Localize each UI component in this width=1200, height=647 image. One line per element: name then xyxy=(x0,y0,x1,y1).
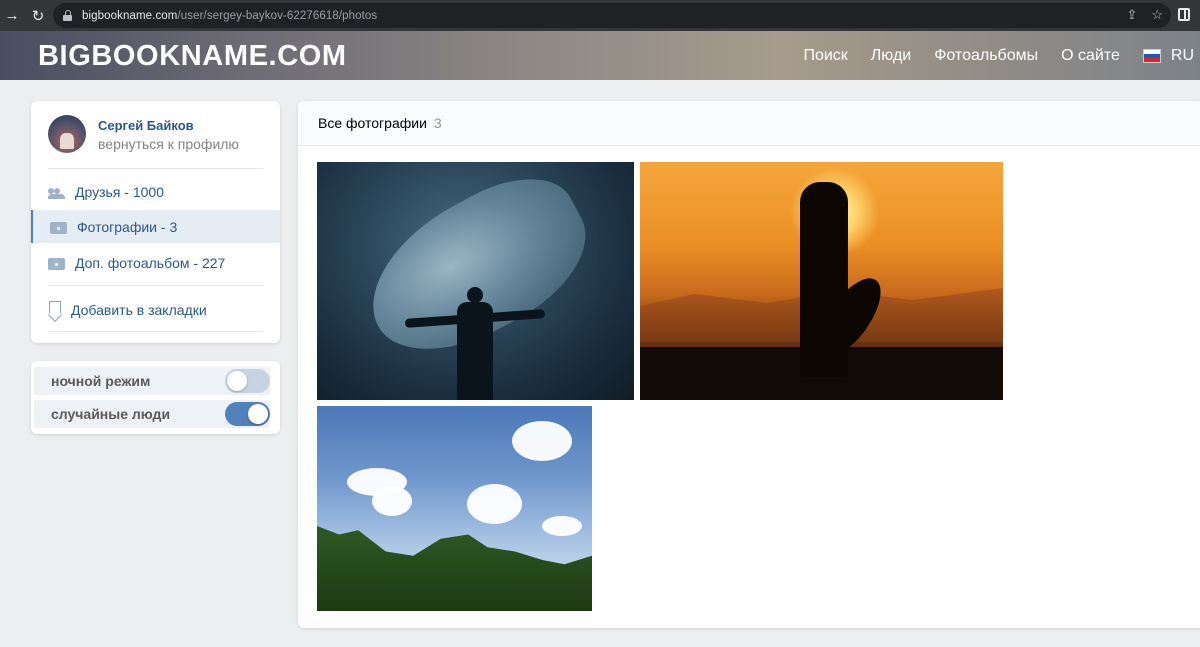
sidebar-item-friends[interactable]: Друзья - 1000 xyxy=(31,175,280,208)
night-mode-row: ночной режим xyxy=(34,367,270,395)
nav-search[interactable]: Поиск xyxy=(803,47,847,65)
photo-sky-trees[interactable] xyxy=(317,406,592,611)
url-text[interactable]: bigbookname.com/user/sergey-baykov-62276… xyxy=(82,10,377,22)
reload-icon[interactable]: ↻ xyxy=(26,4,50,28)
divider xyxy=(48,168,263,169)
night-mode-label: ночной режим xyxy=(51,373,151,389)
sidebar-item-photos[interactable]: Фотографии - 3 xyxy=(31,210,280,243)
lock-icon[interactable] xyxy=(63,10,72,21)
bookmark-icon xyxy=(48,300,62,319)
night-mode-toggle[interactable] xyxy=(225,369,270,393)
back-to-profile-link[interactable]: вернуться к профилю xyxy=(98,136,239,152)
arrow-right-icon[interactable]: → xyxy=(0,4,24,28)
sidebar-item-label: Фотографии - 3 xyxy=(77,218,178,235)
random-people-label: случайные люди xyxy=(51,406,171,422)
photos-title: Все фотографии xyxy=(318,115,427,131)
sidebar-item-label: Друзья - 1000 xyxy=(75,183,164,200)
random-people-row: случайные люди xyxy=(34,400,270,428)
photo-whale[interactable] xyxy=(317,162,634,400)
extensions-icon[interactable] xyxy=(1178,8,1190,21)
avatar[interactable] xyxy=(48,115,86,153)
nav-albums[interactable]: Фотоальбомы xyxy=(934,47,1038,65)
add-bookmark-button[interactable]: Добавить в закладки xyxy=(31,293,280,326)
photos-header: Все фотографии 3 xyxy=(298,101,1200,146)
camera-icon xyxy=(50,220,68,234)
user-name[interactable]: Сергей Байков xyxy=(98,118,194,133)
browser-toolbar: → ↻ bigbookname.com/user/sergey-baykov-6… xyxy=(0,0,1200,31)
settings-card: ночной режим случайные люди xyxy=(31,361,280,434)
share-icon[interactable]: ⇪ xyxy=(1126,7,1137,23)
toggle-knob xyxy=(227,371,247,391)
russian-flag-icon[interactable] xyxy=(1142,48,1161,63)
random-people-toggle[interactable] xyxy=(225,402,270,426)
friends-icon xyxy=(48,185,66,199)
address-bar[interactable]: bigbookname.com/user/sergey-baykov-62276… xyxy=(53,3,1171,28)
language-selector[interactable]: RU xyxy=(1171,47,1194,65)
site-logo[interactable]: BIGBOOKNAME.COM xyxy=(38,40,347,73)
camera-icon xyxy=(48,256,66,270)
nav-people[interactable]: Люди xyxy=(871,47,911,65)
photos-panel: Все фотографии 3 xyxy=(298,101,1200,628)
profile-card: Сергей Байков вернуться к профилю Друзья… xyxy=(31,101,280,343)
photo-sunset-guitar[interactable] xyxy=(640,162,1003,400)
divider xyxy=(48,285,263,286)
nav-about[interactable]: О сайте xyxy=(1061,47,1120,65)
divider xyxy=(48,331,263,332)
photos-count: 3 xyxy=(433,115,442,131)
star-icon[interactable]: ☆ xyxy=(1151,7,1163,23)
sidebar-item-extra-album[interactable]: Доп. фотоальбом - 227 xyxy=(31,246,280,279)
toggle-knob xyxy=(248,404,268,424)
site-header: BIGBOOKNAME.COM Поиск Люди Фотоальбомы О… xyxy=(0,31,1200,80)
sidebar-item-label: Доп. фотоальбом - 227 xyxy=(75,254,226,271)
bookmark-label: Добавить в закладки xyxy=(71,301,207,318)
top-navigation: Поиск Люди Фотоальбомы О сайте RU xyxy=(780,31,1200,80)
